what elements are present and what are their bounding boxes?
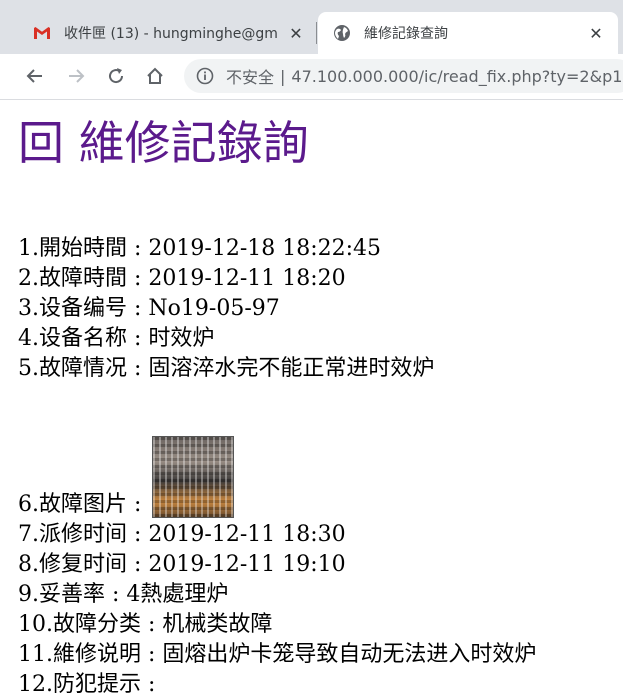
home-button[interactable] — [140, 61, 170, 91]
field-label: 5.故障情况 — [18, 356, 127, 381]
field-value: No19-05-97 — [148, 296, 280, 321]
omnibox-divider: | — [280, 66, 286, 86]
security-label: 不安全 — [226, 68, 275, 87]
gmail-icon — [34, 27, 50, 39]
field-label: 10.故障分类 — [18, 612, 141, 637]
close-tab-icon[interactable]: ✕ — [286, 23, 306, 43]
reload-icon — [109, 68, 124, 84]
tab-repair-records[interactable]: 維修記錄查詢 ✕ — [318, 12, 618, 54]
tab-title: 收件匣 (13) - hungminghe@gmail.com — [64, 26, 278, 42]
field-equipment-id: 3.设备编号 : No19-05-97 — [18, 294, 623, 324]
field-dispatch-time: 7.派修时间 : 2019-12-11 18:30 — [18, 520, 623, 550]
address-bar[interactable]: 不安全 | 47.100.000.000/ic/read_fix.php?ty=… — [184, 59, 623, 93]
tab-strip: 收件匣 (13) - hungminghe@gmail.com ✕ 維修記錄查詢… — [0, 0, 623, 54]
field-repair-time: 8.修复时间 : 2019-12-11 19:10 — [18, 550, 623, 580]
reload-button[interactable] — [101, 61, 131, 91]
field-fault-image: 6.故障图片 : — [18, 436, 623, 520]
page-content: 回 維修記錄詢 1.開始時間 : 2019-12-18 18:22:45 2.故… — [18, 108, 623, 697]
field-label: 4.设备名称 — [18, 326, 127, 351]
field-availability-rate: 9.妥善率 : 4熱處理炉 — [18, 580, 623, 610]
field-label: 2.故障時間 — [18, 266, 127, 291]
field-label: 12.防犯提示 — [18, 672, 141, 697]
field-separator: : — [141, 672, 156, 697]
field-equipment-name: 4.设备名称 : 时效炉 — [18, 324, 623, 354]
field-value: 2019-12-11 18:20 — [148, 266, 346, 291]
field-separator: : — [127, 522, 149, 547]
arrow-left-icon — [26, 69, 42, 83]
field-value: 2019-12-11 19:10 — [148, 552, 346, 577]
field-label: 1.開始時間 — [18, 236, 127, 261]
field-prevention-tips: 12.防犯提示 : — [18, 670, 623, 700]
field-separator: : — [141, 612, 163, 637]
tab-title: 維修記錄查詢 — [364, 26, 448, 42]
url-text: 47.100.000.000/ic/read_fix.php?ty=2&p1 — [291, 66, 623, 86]
arrow-right-icon — [69, 69, 85, 83]
field-separator: : — [127, 296, 149, 321]
tab-gmail[interactable]: 收件匣 (13) - hungminghe@gmail.com ✕ — [0, 12, 318, 54]
field-value: 机械类故障 — [162, 612, 273, 637]
field-separator: : — [127, 266, 149, 291]
field-fault-category: 10.故障分类 : 机械类故障 — [18, 610, 623, 640]
field-separator: : — [127, 356, 149, 381]
field-separator: : — [127, 552, 149, 577]
field-fault-description: 5.故障情况 : 固溶淬水完不能正常进时效炉 — [18, 354, 623, 384]
field-label: 6.故障图片 — [18, 492, 127, 517]
field-separator: : — [105, 582, 127, 607]
field-value: 2019-12-11 18:30 — [148, 522, 346, 547]
close-tab-icon[interactable]: ✕ — [586, 23, 606, 43]
page-title: 回 維修記錄詢 — [18, 116, 309, 170]
back-button[interactable] — [20, 61, 50, 91]
fault-photo-thumbnail[interactable] — [152, 436, 235, 518]
field-separator: : — [141, 642, 163, 667]
tab-divider — [316, 22, 317, 44]
field-label: 7.派修时间 — [18, 522, 127, 547]
field-value: 时效炉 — [148, 326, 215, 351]
record-fields: 1.開始時間 : 2019-12-18 18:22:45 2.故障時間 : 20… — [18, 234, 623, 700]
forward-button[interactable] — [61, 61, 91, 91]
field-separator: : — [127, 236, 149, 261]
globe-icon — [334, 25, 350, 41]
field-separator: : — [127, 326, 149, 351]
field-repair-notes: 11.維修说明 : 固熔出炉卡笼导致自动无法进入时效炉 — [18, 640, 623, 670]
field-value: 4熱處理炉 — [126, 582, 229, 607]
field-label: 11.維修说明 — [18, 642, 141, 667]
info-icon[interactable] — [196, 67, 214, 85]
field-value: 固熔出炉卡笼导致自动无法进入时效炉 — [162, 642, 537, 667]
field-fault-time: 2.故障時間 : 2019-12-11 18:20 — [18, 264, 623, 294]
home-icon — [147, 67, 163, 84]
field-separator: : — [127, 492, 149, 517]
field-value: 2019-12-18 18:22:45 — [148, 236, 382, 261]
field-label: 9.妥善率 — [18, 582, 105, 607]
field-start-time: 1.開始時間 : 2019-12-18 18:22:45 — [18, 234, 623, 264]
field-label: 8.修复时间 — [18, 552, 127, 577]
browser-toolbar: 不安全 | 47.100.000.000/ic/read_fix.php?ty=… — [0, 54, 623, 100]
field-value: 固溶淬水完不能正常进时效炉 — [148, 356, 435, 381]
field-label: 3.设备编号 — [18, 296, 127, 321]
